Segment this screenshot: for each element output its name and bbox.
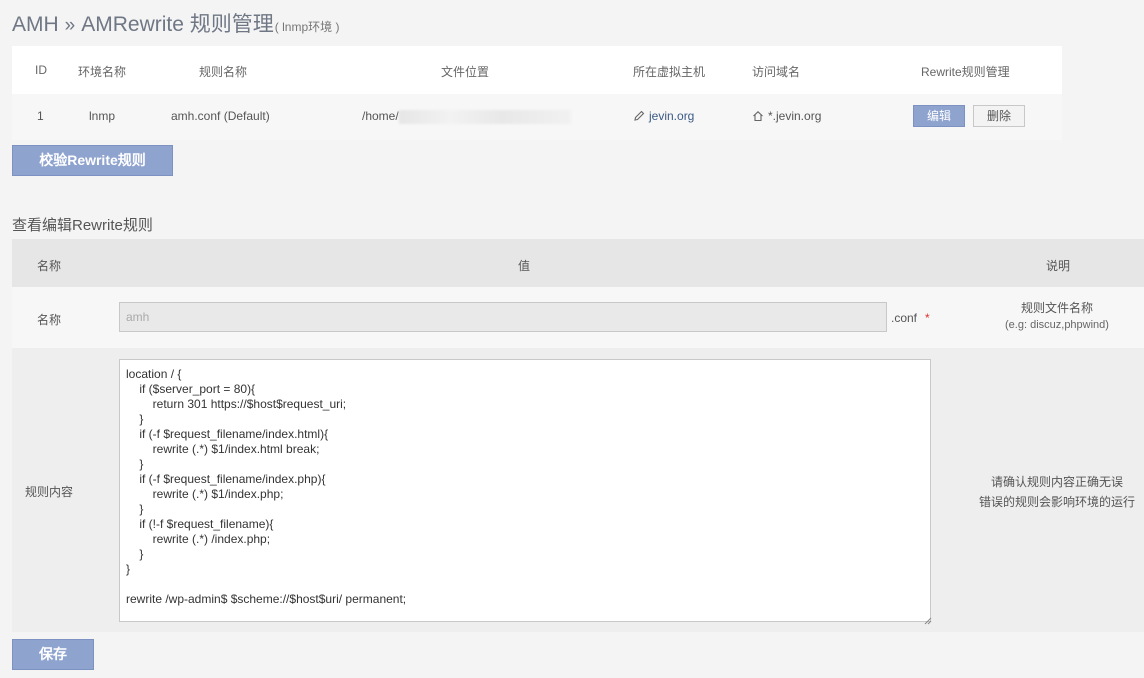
- vhost-link[interactable]: jevin.org: [633, 109, 694, 123]
- delete-button[interactable]: 删除: [973, 105, 1025, 127]
- file-path-text: /home/: [362, 109, 399, 123]
- suffix-text: .conf: [891, 311, 918, 325]
- name-input[interactable]: amh: [119, 302, 887, 332]
- content-note: 请确认规则内容正确无误 错误的规则会影响环境的运行: [972, 472, 1142, 512]
- col-rule-name: 规则名称: [199, 65, 248, 79]
- save-button[interactable]: 保存: [12, 639, 94, 670]
- row-id: 1: [37, 109, 44, 123]
- rules-table: ID 环境名称 规则名称 文件位置 所在虚拟主机 访问域名 Rewrite规则管…: [12, 46, 1062, 140]
- rule-content-textarea[interactable]: location / { if ($server_port = 80){ ret…: [119, 359, 931, 622]
- breadcrumb-separator: »: [64, 15, 76, 36]
- conf-suffix: .conf *: [891, 311, 930, 325]
- domain-link[interactable]: *.jevin.org: [752, 109, 821, 123]
- page-title: AMH» AMRewrite 规则管理( lnmp环境 ): [12, 8, 339, 38]
- vhost-text: jevin.org: [649, 109, 695, 123]
- module-title: AMRewrite 规则管理: [81, 13, 274, 36]
- textarea-resize-handle[interactable]: [923, 614, 932, 625]
- content-label: 规则内容: [25, 485, 74, 499]
- col-description: 说明: [1046, 259, 1071, 273]
- row-env: lnmp: [89, 109, 116, 123]
- required-mark: *: [925, 311, 930, 325]
- edit-button[interactable]: 编辑: [913, 105, 965, 127]
- pencil-icon: [634, 110, 645, 121]
- col-domain: 访问域名: [752, 65, 801, 79]
- rules-table-header: ID 环境名称 规则名称 文件位置 所在虚拟主机 访问域名 Rewrite规则管…: [12, 46, 1062, 94]
- domain-text: *.jevin.org: [768, 109, 822, 123]
- col-file-path: 文件位置: [441, 65, 490, 79]
- col-value: 值: [518, 259, 531, 273]
- col-vhost: 所在虚拟主机: [633, 65, 706, 79]
- col-name: 名称: [37, 259, 62, 273]
- verify-rewrite-button[interactable]: 校验Rewrite规则: [12, 145, 173, 176]
- row-rule-name: amh.conf (Default): [171, 109, 270, 123]
- name-row: 名称 amh .conf * 规则文件名称 (e.g: discuz,phpwin…: [12, 287, 1144, 348]
- content-row: 规则内容 location / { if ($server_port = 80)…: [12, 348, 1144, 632]
- resize-grip-icon: [924, 617, 932, 625]
- home-icon: [753, 111, 763, 122]
- col-manage: Rewrite规则管理: [921, 65, 1010, 79]
- editor-header: 名称 值 说明: [12, 239, 1144, 287]
- note-line-1: 请确认规则内容正确无误: [990, 475, 1123, 489]
- environment-subtitle: ( lnmp环境 ): [274, 20, 340, 34]
- section-title: 查看编辑Rewrite规则: [12, 217, 153, 234]
- row-file-path: /home/: [362, 109, 571, 124]
- col-id: ID: [35, 63, 47, 77]
- brand-label[interactable]: AMH: [12, 13, 59, 36]
- col-env: 环境名称: [78, 65, 127, 79]
- table-row: 1 lnmp amh.conf (Default) /home/ jevin.o…: [12, 94, 1062, 140]
- name-label: 名称: [37, 313, 62, 327]
- name-hint: (e.g: discuz,phpwind): [1005, 319, 1109, 331]
- redacted-path: [398, 109, 571, 124]
- name-description: 规则文件名称: [1020, 301, 1093, 315]
- note-line-2: 错误的规则会影响环境的运行: [978, 495, 1135, 509]
